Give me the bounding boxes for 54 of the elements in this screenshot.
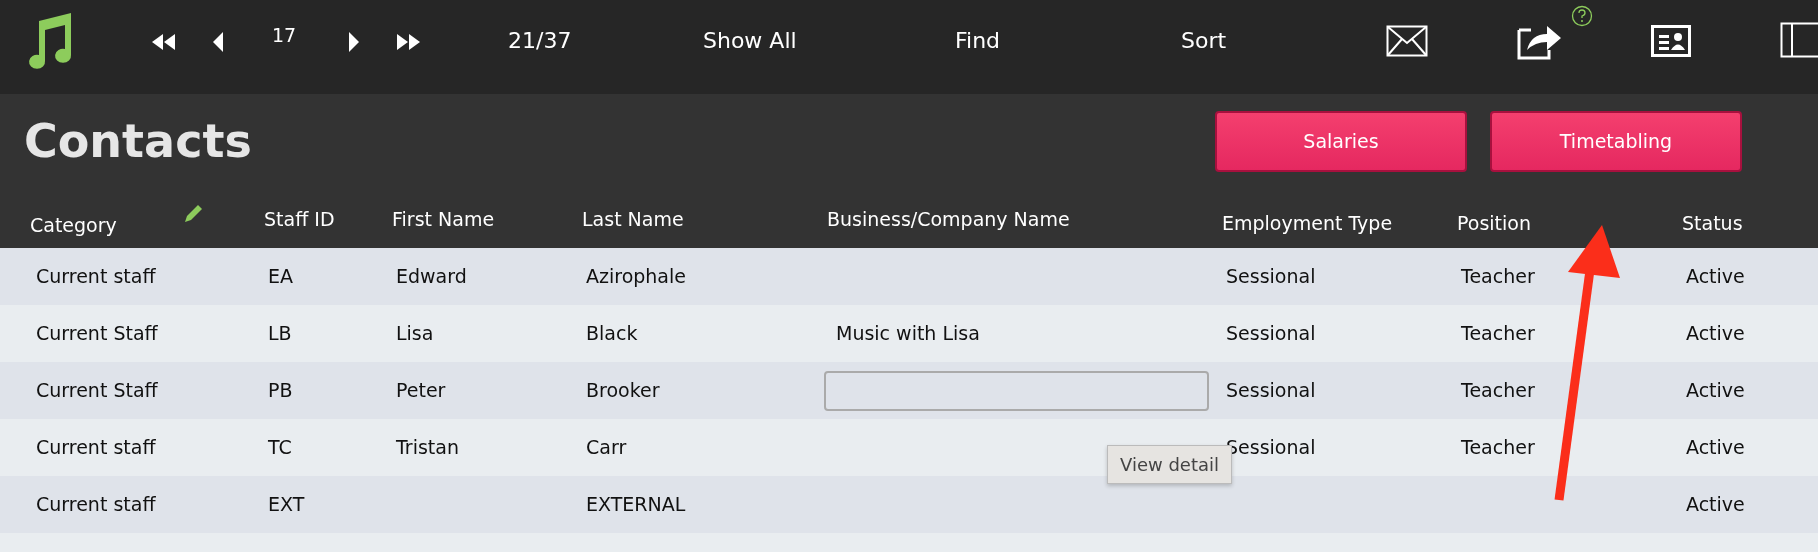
- column-header: Last Name: [581, 206, 685, 232]
- table-cell-text: Teacher: [1460, 378, 1536, 404]
- table-cell-text: Black: [585, 321, 639, 347]
- table-cell-text: Teacher: [1460, 264, 1536, 290]
- table-cell-text: EXTERNAL: [585, 492, 687, 518]
- table-cell-text: Lisa: [395, 321, 435, 347]
- pencil-icon[interactable]: [182, 203, 204, 225]
- toolbar-action[interactable]: Find: [955, 23, 1001, 57]
- table-cell-text: Current Staff: [35, 378, 159, 404]
- column-header: Status: [1681, 210, 1744, 236]
- table-cell-text: Sessional: [1225, 264, 1317, 290]
- table-cell-text: Carr: [585, 435, 628, 461]
- table-cell-text: Current staff: [35, 435, 157, 461]
- table-cell-text: Active: [1685, 492, 1746, 518]
- table-cell-text: Active: [1685, 264, 1746, 290]
- column-header: Staff ID: [263, 206, 336, 232]
- input-field[interactable]: [824, 370, 1209, 411]
- column-header: First Name: [391, 206, 496, 232]
- column-header: Employment Type: [1221, 210, 1394, 236]
- table-cell-text: Current staff: [35, 264, 157, 290]
- record-count: 21/37: [508, 26, 572, 55]
- table-cell-text: PB: [267, 378, 294, 404]
- mail-icon[interactable]: [1386, 23, 1428, 57]
- table-cell-text: Tristan: [395, 435, 460, 461]
- table-cell-text: EA: [267, 264, 294, 290]
- table-cell-text: EXT: [267, 492, 306, 518]
- toolbar-action[interactable]: Show All: [703, 23, 797, 57]
- table-cell-text: Current staff: [35, 492, 157, 518]
- table-cell-text: Peter: [395, 378, 447, 404]
- layout-icon[interactable]: [1780, 22, 1818, 58]
- toolbar-action[interactable]: Sort: [1181, 23, 1227, 57]
- table-cell-text: TC: [267, 435, 293, 461]
- table-cell-text: Current Staff: [35, 321, 159, 347]
- table-cell-text: Sessional: [1225, 321, 1317, 347]
- contact-card-icon[interactable]: [1651, 23, 1691, 57]
- column-header: Position: [1456, 210, 1532, 236]
- column-header: Business/Company Name: [826, 206, 1071, 232]
- page-title: Contacts: [24, 118, 252, 164]
- table-cell-text: Brooker: [585, 378, 661, 404]
- record-number-field[interactable]: 17: [272, 20, 297, 50]
- column-header: Category: [29, 212, 117, 238]
- table-cell-text: Teacher: [1460, 435, 1536, 461]
- table-cell-text: LB: [267, 321, 293, 347]
- table-cell-text: Azirophale: [585, 264, 687, 290]
- table-cell-text: Edward: [395, 264, 468, 290]
- nav-button[interactable]: Timetabling: [1490, 111, 1742, 172]
- table-cell-text: Active: [1685, 321, 1746, 347]
- nav-button[interactable]: Salaries: [1215, 111, 1467, 172]
- tooltip: View detail: [1107, 445, 1233, 484]
- table-cell-text: Active: [1685, 435, 1746, 461]
- table-cell-text: Teacher: [1460, 321, 1536, 347]
- table-cell-text: Music with Lisa: [835, 321, 981, 347]
- table-cell-text: Sessional: [1225, 378, 1317, 404]
- table-cell-text: Active: [1685, 378, 1746, 404]
